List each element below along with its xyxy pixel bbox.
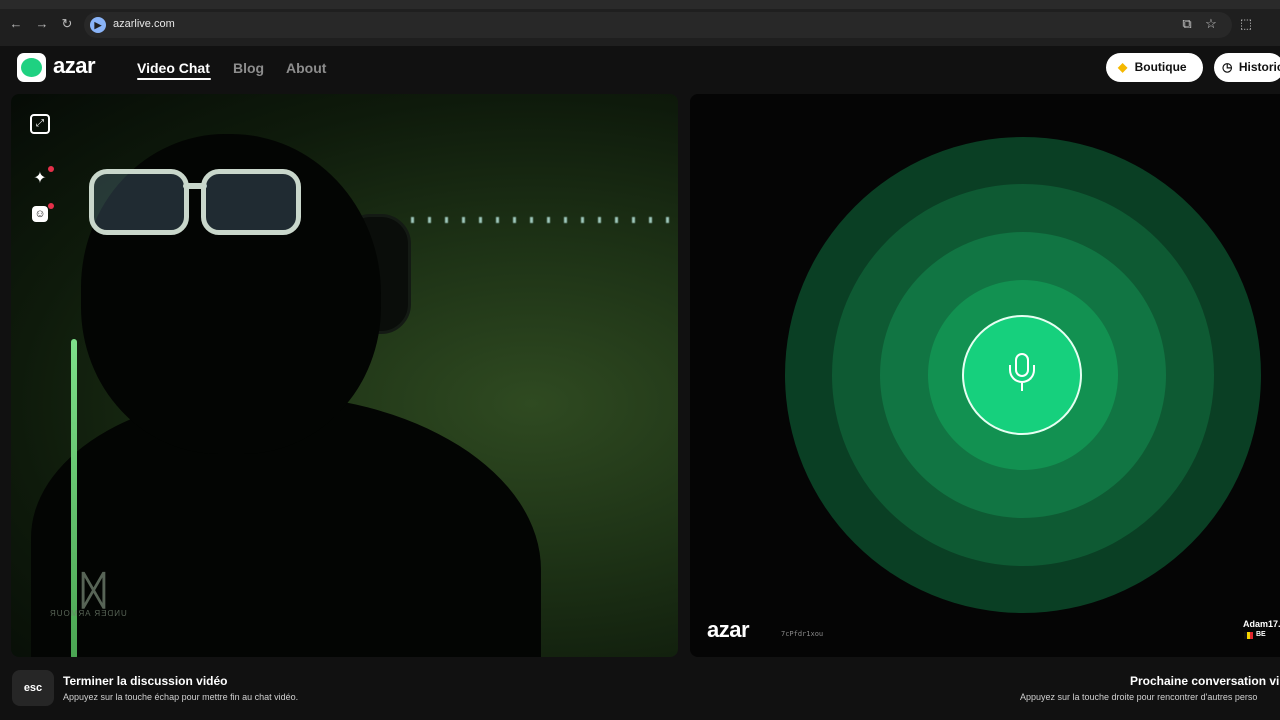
microphone-button[interactable] [962,315,1082,435]
notification-dot [48,203,54,209]
video-camera-icon[interactable]: ▶ [90,17,106,33]
partner-username: Adam17. [1243,619,1280,629]
brand-caption: UNDER ARMOUR [49,609,127,618]
forward-icon[interactable]: → [34,16,50,32]
led-strip [411,217,678,223]
site-header: azar Video Chat Blog About ◆ Boutique ◷ … [0,46,1280,92]
keyboard-hints-bar: esc Terminer la discussion vidéo Appuyez… [0,660,1280,720]
azar-watermark: azar [707,617,750,642]
next-chat-title[interactable]: Prochaine conversation vi [1130,674,1279,688]
glasses-lens-right [201,169,301,235]
partner-country: BE [1256,631,1266,638]
azar-logo-icon[interactable] [17,53,46,82]
expand-icon[interactable]: ⤢ [30,114,50,134]
boutique-button[interactable]: ◆ Boutique [1106,53,1203,82]
self-video-feed: ᛞ UNDER ARMOUR ⤢ ✦ ☺ [11,94,678,657]
browser-toolbar: ← → ↻ ▶ azarlive.com ⧉ ☆ ⬚ [0,0,1280,46]
gem-icon: ◆ [1118,60,1128,74]
face-sticker-icon[interactable]: ☺ [32,206,48,222]
glasses [89,169,309,239]
microphone-icon [1005,353,1039,397]
extensions-icon[interactable]: ⬚ [1238,16,1254,32]
address-bar[interactable]: ▶ azarlive.com [84,12,1232,38]
logo-text[interactable]: azar [53,53,96,79]
nav-blog[interactable]: Blog [233,60,264,76]
boutique-label: Boutique [1134,60,1187,74]
nav-about[interactable]: About [286,60,326,76]
glasses-lens-left [89,169,189,235]
session-id: 7cPfdr1xou [781,630,824,638]
back-icon[interactable]: ← [8,16,24,32]
history-label: Historic [1238,60,1280,74]
belgium-flag-icon [1244,632,1253,639]
partner-video-feed: azar 7cPfdr1xou Adam17. BE [690,94,1280,657]
url-text[interactable]: azarlive.com [113,18,175,30]
active-nav-indicator [137,78,211,80]
notification-dot [48,166,54,172]
clock-icon: ◷ [1222,60,1233,74]
sparkles-icon[interactable]: ✦ [30,169,50,189]
esc-key-button[interactable]: esc [12,670,54,706]
next-chat-hint: Appuyez sur la touche droite pour rencon… [1020,692,1258,702]
bookmark-star-icon[interactable]: ☆ [1203,16,1219,32]
reload-icon[interactable]: ↻ [59,16,75,32]
end-chat-hint: Appuyez sur la touche échap pour mettre … [63,692,299,702]
end-chat-title: Terminer la discussion vidéo [63,674,228,688]
nav-video-chat[interactable]: Video Chat [137,60,210,76]
tab-strip [0,0,1280,9]
install-app-icon[interactable]: ⧉ [1179,16,1195,32]
history-button[interactable]: ◷ Historic [1214,53,1280,82]
